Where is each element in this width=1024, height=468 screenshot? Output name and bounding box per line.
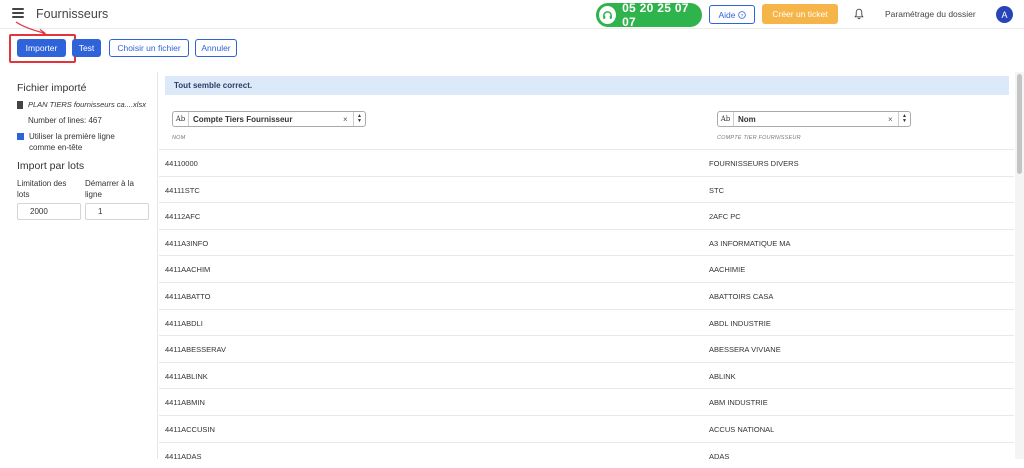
- table-row: 4411ABLINK ABLINK: [159, 361, 1014, 389]
- table-cell: ABATTOIRS CASA: [709, 291, 774, 301]
- table-cell: ABDL INDUSTRIE: [709, 318, 771, 328]
- help-button-label: Aide: [718, 9, 736, 20]
- support-phone-button[interactable]: 05 20 25 07 07: [596, 1, 702, 29]
- source-column-name: NOM: [172, 135, 186, 141]
- table-cell: AACHIMIE: [709, 265, 746, 275]
- table-row: 4411ABDLI ABDL INDUSTRIE: [159, 308, 1014, 336]
- table-cell: 44112AFC: [165, 212, 201, 222]
- table-cell: 44111STC: [165, 185, 200, 195]
- hamburger-menu-icon[interactable]: [12, 8, 24, 18]
- table-cell: ABESSERA VIVIANE: [709, 345, 781, 355]
- first-row-header-checkbox[interactable]: [17, 133, 24, 140]
- imported-file-title: Fichier importé: [17, 82, 87, 94]
- table-row: 44110000 FOURNISSEURS DIVERS: [159, 149, 1014, 176]
- table-cell: FOURNISSEURS DIVERS: [709, 159, 799, 168]
- table-cell: 4411ACCUSIN: [165, 424, 215, 434]
- table-cell: 4411AACHIM: [165, 265, 211, 275]
- column-mapping-select-2[interactable]: Ab Nom × ▲ ▼: [717, 111, 911, 127]
- start-row-input[interactable]: 1: [85, 203, 149, 220]
- text-type-icon: Ab: [173, 112, 189, 126]
- chevron-up-down-icon[interactable]: ▲ ▼: [898, 112, 910, 126]
- table-cell: 4411ABDLI: [165, 318, 203, 328]
- batch-import-title: Import par lots: [17, 160, 85, 172]
- table-row: 4411ABMIN ABM INDUSTRIE: [159, 388, 1014, 415]
- table-row: 4411ABESSERAV ABESSERA VIVIANE: [159, 335, 1014, 362]
- table-row: 4411ABATTO ABATTOIRS CASA: [159, 281, 1014, 309]
- validation-alert: Tout semble correct.: [165, 76, 1009, 95]
- support-phone-number: 05 20 25 07 07: [622, 1, 689, 29]
- clear-icon[interactable]: ×: [888, 115, 898, 124]
- table-cell: A3 INFORMATIQUE MA: [709, 238, 791, 248]
- table-cell: 2AFC PC: [709, 212, 741, 222]
- file-icon: [17, 100, 23, 109]
- table-cell: 4411ABLINK: [165, 371, 208, 381]
- clear-icon[interactable]: ×: [343, 115, 353, 124]
- cancel-button[interactable]: Annuler: [195, 39, 237, 57]
- start-row-label: Démarrer à la ligne: [85, 179, 134, 199]
- table-cell: 4411A3INFO: [165, 238, 209, 248]
- file-name: PLAN TIERS fournisseurs ca....xlsx: [28, 100, 146, 109]
- first-row-header-option[interactable]: Utiliser la première ligne comme en-tête: [17, 131, 115, 153]
- question-icon: ?: [737, 10, 746, 18]
- table-cell: ADAS: [709, 451, 730, 461]
- help-button[interactable]: Aide ?: [709, 5, 755, 24]
- first-row-header-label: Utiliser la première ligne comme en-tête: [29, 132, 115, 152]
- preview-table: 44110000 FOURNISSEURS DIVERS 44111STC STC …: [159, 149, 1014, 468]
- table-cell: 44110000: [165, 159, 198, 168]
- line-count: Number of lines: 467: [28, 116, 102, 125]
- import-preview: Tout semble correct. Ab Compte Tiers Fou…: [159, 72, 1014, 461]
- source-column-name: COMPTE TIER FOURNISSEUR: [717, 135, 801, 141]
- headset-icon: [599, 6, 617, 24]
- table-row: 44112AFC 2AFC PC: [159, 202, 1014, 229]
- text-type-icon: Ab: [718, 112, 734, 126]
- table-row: 4411A3INFO A3 INFORMATIQUE MA: [159, 228, 1014, 256]
- column-mapping-select-1[interactable]: Ab Compte Tiers Fournisseur × ▲ ▼: [172, 111, 366, 127]
- table-cell: 4411ADAS: [165, 451, 202, 461]
- column-mapping-value: Nom: [738, 114, 756, 124]
- table-row: 4411AACHIM AACHIMIE: [159, 255, 1014, 282]
- create-ticket-button[interactable]: Créer un ticket: [762, 4, 838, 24]
- table-cell: ABLINK: [709, 371, 736, 381]
- table-cell: ACCUS NATIONAL: [709, 424, 775, 434]
- page-title: Fournisseurs: [36, 7, 109, 21]
- table-cell: STC: [709, 185, 724, 195]
- table-row: 44111STC STC: [159, 175, 1014, 203]
- table-cell: 4411ABMIN: [165, 398, 205, 408]
- choose-file-button[interactable]: Choisir un fichier: [109, 39, 189, 57]
- table-row: 4411ADAS ADAS: [159, 441, 1014, 468]
- table-row: 4411ACCUSIN ACCUS NATIONAL: [159, 414, 1014, 442]
- vertical-scrollbar[interactable]: [1015, 72, 1024, 459]
- table-cell: 4411ABATTO: [165, 291, 211, 301]
- test-button[interactable]: Test: [72, 39, 101, 57]
- bell-icon[interactable]: [854, 8, 864, 20]
- svg-text:?: ?: [740, 12, 743, 18]
- app-header: Fournisseurs 05 20 25 07 07 Aide ? Créer…: [0, 0, 1024, 29]
- table-cell: ABM INDUSTRIE: [709, 398, 768, 408]
- batch-limit-label: Limitation des lots: [17, 179, 67, 199]
- scrollbar-thumb[interactable]: [1017, 74, 1022, 174]
- column-mapping-value: Compte Tiers Fournisseur: [193, 114, 293, 124]
- import-settings-panel: Fichier importé PLAN TIERS fournisseurs …: [0, 72, 158, 459]
- user-avatar[interactable]: A: [996, 6, 1013, 23]
- batch-limit-input[interactable]: 2000: [17, 203, 81, 220]
- import-button[interactable]: Importer: [17, 39, 66, 57]
- imported-file-row: PLAN TIERS fournisseurs ca....xlsx: [17, 100, 146, 109]
- folder-settings-link[interactable]: Paramétrage du dossier: [885, 9, 976, 19]
- chevron-up-down-icon[interactable]: ▲ ▼: [353, 112, 365, 126]
- table-cell: 4411ABESSERAV: [165, 345, 227, 355]
